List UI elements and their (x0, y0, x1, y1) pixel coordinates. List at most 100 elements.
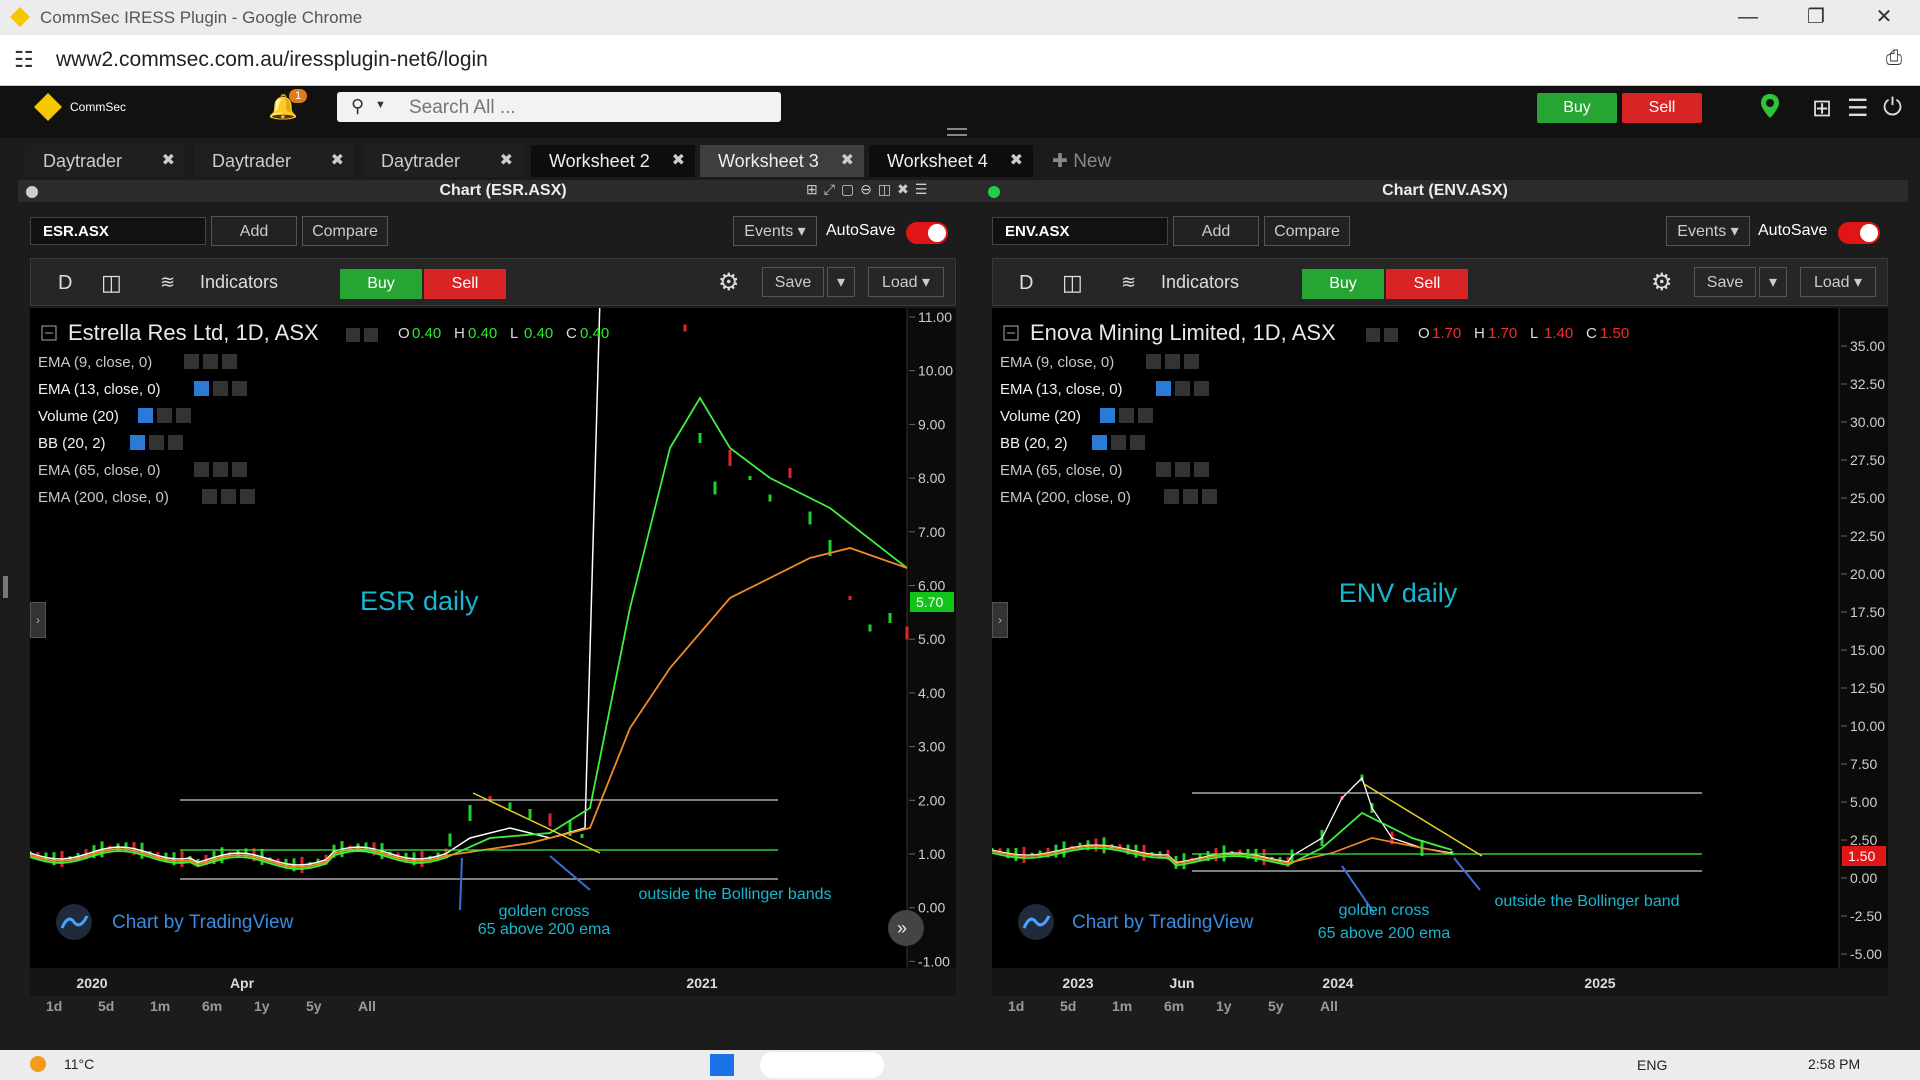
compare-button[interactable]: Compare (1264, 216, 1350, 246)
indicators-button[interactable]: Indicators (200, 272, 278, 293)
indicator-settings-icon[interactable] (221, 489, 236, 504)
indicator-legend-item[interactable]: EMA (200, close, 0) (38, 489, 169, 506)
close-tab-icon[interactable]: ✖ (672, 145, 685, 177)
taskbar-search[interactable] (760, 1052, 884, 1078)
header-buy-button[interactable]: Buy (1537, 93, 1617, 123)
indicator-remove-icon[interactable] (1138, 408, 1153, 423)
new-tab-button[interactable]: ✚ New (1052, 150, 1111, 173)
indicator-remove-icon[interactable] (232, 462, 247, 477)
weather-icon[interactable] (30, 1056, 46, 1072)
indicator-remove-icon[interactable] (240, 489, 255, 504)
close-window-icon[interactable]: ✕ (1864, 4, 1904, 30)
close-tab-icon[interactable]: ✖ (500, 145, 513, 177)
chart-sell-button[interactable]: Sell (424, 269, 506, 299)
search-dropdown-icon[interactable]: ▼ (375, 99, 386, 111)
indicator-settings-icon[interactable] (1165, 354, 1180, 369)
tab-daytrader-3[interactable]: Daytrader ✖ (363, 145, 523, 177)
indicator-visibility-icon[interactable] (1092, 435, 1107, 450)
settings-gear-icon[interactable]: ⚙ (718, 268, 740, 297)
indicator-settings-icon[interactable] (1183, 489, 1198, 504)
indicator-visibility-icon[interactable] (1156, 381, 1171, 396)
header-sell-button[interactable]: Sell (1622, 93, 1702, 123)
indicator-visibility-icon[interactable] (1164, 489, 1179, 504)
indicator-remove-icon[interactable] (232, 381, 247, 396)
menu-icon[interactable]: ☰ (1847, 94, 1869, 123)
start-icon[interactable] (710, 1054, 734, 1076)
close-tab-icon[interactable]: ✖ (331, 145, 344, 177)
search-input[interactable] (407, 95, 771, 121)
close-tab-icon[interactable]: ✖ (162, 145, 175, 177)
install-app-icon[interactable]: ⎙ (1886, 47, 1902, 70)
indicator-legend-item[interactable]: EMA (200, close, 0) (1000, 489, 1131, 506)
indicator-settings-icon[interactable] (203, 354, 218, 369)
esr-chart[interactable]: 11.00 10.00 9.00 8.00 7.00 6.00 5.00 4.00 3.00 2.… (30, 308, 956, 996)
search-icon[interactable]: ⚲ (351, 96, 364, 117)
indicator-visibility-icon[interactable] (1100, 408, 1115, 423)
search-box[interactable]: ⚲ ▼ (337, 92, 781, 122)
autosave-toggle[interactable] (906, 222, 948, 244)
indicator-remove-icon[interactable] (168, 435, 183, 450)
symbol-input[interactable]: ESR.ASX (30, 217, 206, 245)
indicator-legend-item[interactable]: Volume (20) (38, 408, 119, 425)
indicator-legend-item[interactable]: BB (20, 2) (1000, 435, 1068, 452)
chart-buy-button[interactable]: Buy (340, 269, 422, 299)
address-bar[interactable]: ☷ www2.commsec.com.au/iressplugin-net6/l… (0, 35, 1920, 86)
range-1y[interactable]: 1y (1216, 998, 1232, 1014)
range-6m[interactable]: 6m (202, 998, 222, 1014)
indicator-legend-item[interactable]: EMA (13, close, 0) (1000, 381, 1123, 398)
range-selector[interactable]: 1d 5d 1m 6m 1y 5y All (992, 994, 1492, 1018)
compare-button[interactable]: Compare (302, 216, 388, 246)
restore-icon[interactable]: ❐ (1796, 4, 1836, 30)
indicator-settings-icon[interactable] (1111, 435, 1126, 450)
range-5y[interactable]: 5y (1268, 998, 1284, 1014)
indicator-settings-icon[interactable] (149, 435, 164, 450)
tab-worksheet-4[interactable]: Worksheet 4 ✖ (869, 145, 1033, 177)
minimize-icon[interactable]: — (1728, 4, 1768, 30)
indicator-visibility-icon[interactable] (194, 462, 209, 477)
indicator-settings-icon[interactable] (1175, 381, 1190, 396)
left-collapse-handle[interactable]: › (992, 602, 1008, 638)
indicator-legend-item[interactable]: Volume (20) (1000, 408, 1081, 425)
legend-visibility-icon[interactable] (1366, 328, 1380, 342)
range-All[interactable]: All (1320, 998, 1338, 1014)
range-1m[interactable]: 1m (150, 998, 170, 1014)
indicator-visibility-icon[interactable] (194, 381, 209, 396)
env-chart[interactable]: 35.00 32.50 30.00 27.50 25.00 22.50 20.00 17.50… (992, 308, 1888, 996)
add-widget-icon[interactable]: ⊞ (1812, 94, 1832, 123)
indicator-legend-item[interactable]: EMA (13, close, 0) (38, 381, 161, 398)
indicator-legend-item[interactable]: EMA (9, close, 0) (38, 354, 152, 371)
indicator-settings-icon[interactable] (1119, 408, 1134, 423)
tab-worksheet-3[interactable]: Worksheet 3 ✖ (700, 145, 864, 177)
close-tab-icon[interactable]: ✖ (1010, 145, 1023, 177)
drag-handle[interactable] (947, 128, 967, 136)
indicator-settings-icon[interactable] (157, 408, 172, 423)
indicator-legend-item[interactable]: EMA (9, close, 0) (1000, 354, 1114, 371)
indicator-settings-icon[interactable] (213, 381, 228, 396)
indicator-remove-icon[interactable] (1202, 489, 1217, 504)
indicator-visibility-icon[interactable] (1156, 462, 1171, 477)
indicator-remove-icon[interactable] (1194, 462, 1209, 477)
add-button[interactable]: Add (1173, 216, 1259, 246)
chart-sell-button[interactable]: Sell (1386, 269, 1468, 299)
save-dropdown-icon[interactable]: ▾ (827, 267, 855, 297)
save-button[interactable]: Save (762, 267, 824, 297)
indicator-visibility-icon[interactable] (130, 435, 145, 450)
events-button[interactable]: Events ▾ (1666, 216, 1750, 246)
left-collapse-handle[interactable]: › (30, 602, 46, 638)
settings-gear-icon[interactable]: ⚙ (1651, 268, 1673, 297)
events-button[interactable]: Events ▾ (733, 216, 817, 246)
candle-type-icon[interactable]: ◫ (101, 270, 122, 296)
indicators-icon[interactable]: ≋ (160, 272, 175, 293)
site-settings-icon[interactable]: ☷ (14, 47, 34, 73)
tab-worksheet-2[interactable]: Worksheet 2 ✖ (531, 145, 695, 177)
indicator-remove-icon[interactable] (1194, 381, 1209, 396)
load-button[interactable]: Load ▾ (1800, 267, 1876, 297)
location-pin-icon[interactable] (1760, 93, 1780, 119)
chart-buy-button[interactable]: Buy (1302, 269, 1384, 299)
range-5d[interactable]: 5d (1060, 998, 1076, 1014)
indicator-visibility-icon[interactable] (184, 354, 199, 369)
close-tab-icon[interactable]: ✖ (841, 145, 854, 177)
indicator-remove-icon[interactable] (176, 408, 191, 423)
legend-settings-icon[interactable] (364, 328, 378, 342)
load-button[interactable]: Load ▾ (868, 267, 944, 297)
